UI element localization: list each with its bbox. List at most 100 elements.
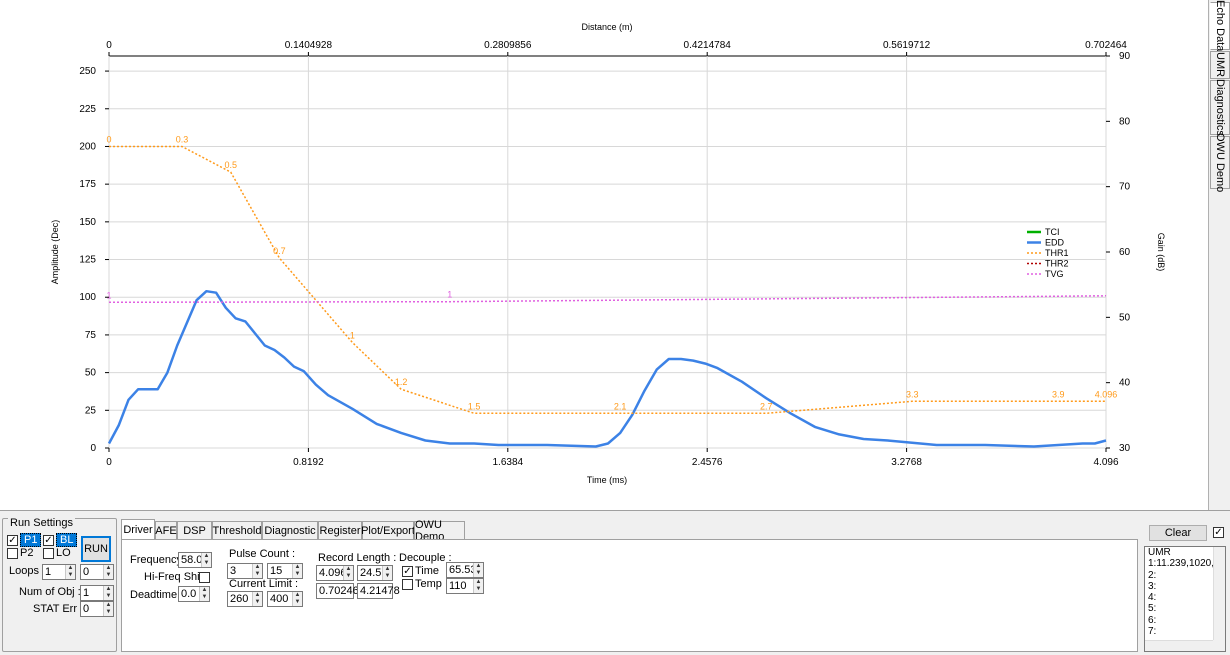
current-limit-b-input[interactable]: 400 ▲ ▼ [267,591,303,607]
bl-check-box[interactable]: ✓ [43,534,54,546]
y-axis-label: Amplitude (Dec) [50,220,60,285]
loops-label: Loops : [9,565,46,577]
legend-label: TVG [1045,269,1064,279]
point-label: 4.096 [1095,389,1118,399]
decouple-time-checkbox[interactable]: ✓ Time [402,565,439,577]
spinner-arrows-icon[interactable]: ▲ ▼ [292,564,302,578]
y2-tick-label: 60 [1119,247,1131,258]
point-label: 0.5 [224,160,237,170]
point-label: 1 [106,290,111,300]
run-button[interactable]: RUN [81,536,111,562]
spinner-arrows-icon[interactable]: ▲ ▼ [103,565,113,579]
lo-check-box[interactable] [43,547,54,559]
pulse-count-a-input[interactable]: 3 ▲ ▼ [227,563,263,579]
point-label: 3.9 [1052,389,1065,399]
spinner-arrows-icon[interactable]: ▲ ▼ [473,563,483,577]
record-length-a-input[interactable]: 4.096 ▲ ▼ [316,565,354,581]
hifreq-shift-checkbox[interactable] [199,572,210,583]
deadtime-input[interactable]: 0.0 ▲ ▼ [178,586,210,602]
p2-checkbox[interactable]: P2 [7,547,33,559]
y-tick-label: 25 [85,405,97,416]
point-label: 1.2 [395,377,408,387]
p2-check-box[interactable] [7,547,18,559]
spinner-arrows-icon[interactable]: ▲ ▼ [199,587,209,601]
spinner-arrows-icon[interactable]: ▲ ▼ [103,602,113,616]
x-tick-label: 0 [106,457,112,468]
spinner-arrows-icon[interactable]: ▲ ▼ [473,579,483,593]
x2-tick-label: 0 [106,40,112,51]
spinner-arrows-icon[interactable]: ▲ ▼ [292,592,302,606]
decouple-temp-checkbox[interactable]: Temp [402,578,442,590]
decouple-time-input[interactable]: 65.53 ▲ ▼ [446,562,484,578]
y-tick-label: 75 [85,330,97,341]
y-tick-label: 50 [85,368,97,379]
tab-plot-export[interactable]: Plot/Export [361,521,415,539]
x2-tick-label: 0.2809856 [484,40,532,51]
num-obj-label: Num of Obj : [19,586,81,598]
window-tab-echo-data[interactable]: Echo Data [1210,0,1230,52]
window-tab-umr[interactable]: UMR [1210,51,1230,79]
point-label: 2.1 [614,401,627,411]
tab-dsp[interactable]: DSP [177,521,212,539]
decouple-label: Decouple : [399,552,452,564]
window-vertical-tabs: Echo Data UMR Diagnostics OWU Demo [1208,0,1230,510]
clear-button[interactable]: Clear [1149,525,1207,541]
umr-log-horizontal-scrollbar[interactable] [1145,640,1215,651]
current-limit-label: Current Limit : [229,578,299,590]
spinner-arrows-icon[interactable]: ▲ ▼ [201,553,211,567]
tab-threshold[interactable]: Threshold [212,521,262,539]
umr-log[interactable]: UMR 1:11.239,1020,2 2: 3: 4: 5: 6: 7: [1144,546,1226,652]
stat-err-label: STAT Err : [33,603,84,615]
tab-register[interactable]: Register [318,521,362,539]
umr-log-vertical-scrollbar[interactable] [1213,547,1225,641]
bl-checkbox[interactable]: ✓ BL [43,533,78,547]
y2-tick-label: 80 [1119,116,1131,127]
echo-chart: 0 0.3 0.5 0.7 1 1.2 1.5 2.1 2.7 3.3 3.9 4.096 1 1 0 25… [50,22,1166,485]
y-tick-label: 150 [79,217,96,228]
loops-secondary-input[interactable]: 0 ▲ ▼ [80,564,114,580]
decouple-temp-input[interactable]: 110 ▲ ▼ [446,578,484,594]
stat-err-input[interactable]: 0 ▲ ▼ [80,601,114,617]
tab-diagnostic[interactable]: Diagnostic [262,521,318,539]
legend-label: TCI [1045,227,1060,237]
y-tick-label: 175 [79,179,96,190]
current-limit-a-input[interactable]: 260 ▲ ▼ [227,591,263,607]
loops-input[interactable]: 1 ▲ ▼ [42,564,76,580]
p1-checkbox[interactable]: ✓ P1 [7,533,42,547]
y-tick-label: 250 [79,66,96,77]
num-obj-input[interactable]: 1 ▲ ▼ [80,585,114,601]
window-tab-owu-demo[interactable]: OWU Demo [1210,133,1230,192]
temp-check-box[interactable] [402,578,413,590]
point-label: 0.7 [273,246,286,256]
x-tick-label: 1.6384 [493,457,524,468]
time-check-box[interactable]: ✓ [402,565,413,577]
tab-afe[interactable]: AFE [155,521,177,539]
pulse-count-b-input[interactable]: 15 ▲ ▼ [267,563,303,579]
p1-check-box[interactable]: ✓ [7,534,18,546]
point-label: 1 [447,290,452,300]
spinner-arrows-icon[interactable]: ▲ ▼ [252,564,262,578]
record-length-c-input[interactable]: 0.70246 [316,583,359,599]
frequency-input[interactable]: 58.0 ▲ ▼ [178,552,212,568]
lo-checkbox[interactable]: LO [43,547,71,559]
record-length-b-input[interactable]: 24.57 ▲ ▼ [357,565,393,581]
spinner-arrows-icon[interactable]: ▲ ▼ [103,586,113,600]
tab-driver[interactable]: Driver [121,519,155,540]
y-tick-label: 225 [79,104,96,115]
spinner-arrows-icon[interactable]: ▲ ▼ [382,566,392,580]
x-axis-label: Time (ms) [587,475,627,485]
tab-owu-demo[interactable]: OWU Demo [414,519,465,543]
driver-panel: Frequency : 58.0 ▲ ▼ Hi-Freq Shift Deadtim… [121,539,1138,652]
y2-tick-label: 40 [1119,378,1131,389]
spinner-arrows-icon[interactable]: ▲ ▼ [343,566,353,580]
record-length-d-input[interactable]: 4.21478 [357,583,400,599]
legend-label: THR1 [1045,248,1069,258]
window-tab-diagnostics[interactable]: Diagnostics [1210,79,1230,136]
record-length-label: Record Length : [318,552,397,564]
spinner-arrows-icon[interactable]: ▲ ▼ [65,565,75,579]
run-settings-group: Run Settings ✓ P1 P2 ✓ BL LO RUN Loops : 1… [2,517,117,652]
y2-tick-label: 30 [1119,443,1131,454]
umr-log-checkbox[interactable]: ✓ [1213,527,1224,538]
spinner-arrows-icon[interactable]: ▲ ▼ [252,592,262,606]
run-settings-title: Run Settings [8,517,75,529]
